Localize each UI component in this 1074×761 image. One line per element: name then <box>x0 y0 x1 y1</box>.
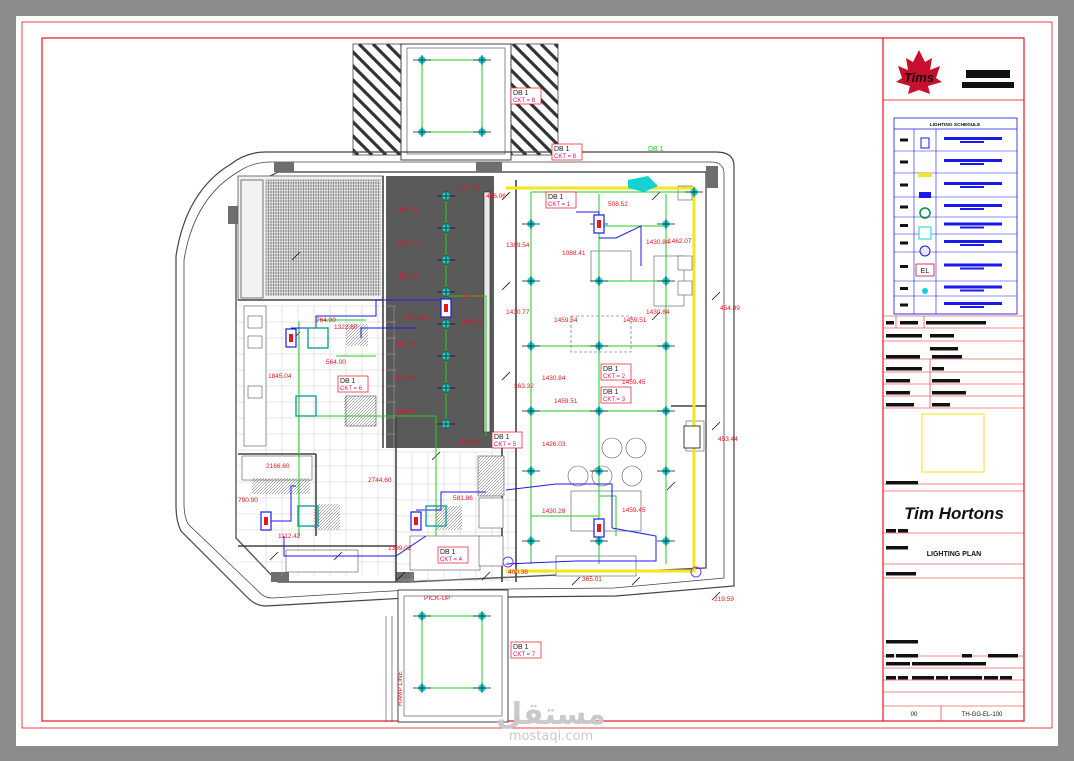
dimension-label: 400.38 <box>508 569 528 576</box>
dimension-label: 457.48 <box>398 273 418 280</box>
dimension-label: 363.32 <box>514 383 534 390</box>
dimension-label: 1462.07 <box>668 238 692 245</box>
dimension-label: 790.90 <box>238 497 258 504</box>
dimension-label: 1845.04 <box>268 373 292 380</box>
circuit-db-label: DB 1 <box>513 644 529 651</box>
drawing-sheet: 458.76 466.06 457.42 673.22 457.48 531.12 1389… <box>16 16 1058 746</box>
dimension-label: 457.42 <box>398 207 418 214</box>
circuit-db-label: DB 1 <box>554 146 570 153</box>
watermark-latin: mostaqi.com <box>509 729 593 744</box>
dimension-label: 508.52 <box>608 201 628 208</box>
exit-arrow-icon <box>628 176 658 192</box>
dimension-label: 1430.84 <box>646 309 670 316</box>
drawing-title: LIGHTING PLAN <box>927 551 981 558</box>
tims-logo-text: Tims <box>904 70 934 85</box>
dimension-label: 1430.84 <box>646 239 670 246</box>
tim-hortons-logo: Tim Hortons <box>904 504 1004 523</box>
circuit-number: CKT = 7 <box>513 652 536 658</box>
ramp-label: RAMP LINE <box>397 670 404 706</box>
dimension-label: 1389.02 <box>388 545 412 552</box>
circuit-number: CKT = 8 <box>554 154 577 160</box>
dimension-label: 453.44 <box>718 436 738 443</box>
dimension-label: 1459.54 <box>554 317 578 324</box>
dimension-label: 2744.60 <box>368 477 392 484</box>
dimension-label: 500.75 <box>462 319 482 326</box>
dimension-label: 1274.54 <box>404 315 428 322</box>
dimension-label: 466.06 <box>486 193 506 200</box>
dimension-label: 1430.84 <box>542 375 566 382</box>
circuit-number: CKT = 5 <box>494 442 517 448</box>
dimension-label: 2166.60 <box>266 463 290 470</box>
circuit-db-label: DB 1 <box>440 549 456 556</box>
pickup-label: PICK-UP <box>424 595 450 602</box>
dimension-label: 1322.60 <box>334 324 358 331</box>
dimension-label: 764.00 <box>316 317 336 324</box>
dimension-label: 581.86 <box>453 495 473 502</box>
circuit-db-label: DB 1 <box>603 366 619 373</box>
circuit-db-label: DB 1 <box>548 194 564 201</box>
dimension-label: 1459.45 <box>622 507 646 514</box>
circuit-db-label: DB 1 <box>494 434 510 441</box>
lighting-schedule <box>893 117 1018 315</box>
dark-zone <box>386 176 494 448</box>
dimension-label: 1088.41 <box>562 250 586 257</box>
circuit-number: CKT = 8 <box>513 98 536 104</box>
dimension-label: 1430.28 <box>542 508 566 515</box>
schedule-title: LIGHTING SCHEDULE <box>930 122 981 128</box>
dimension-label: 1459.51 <box>623 317 647 324</box>
circuit-number: CKT = 1 <box>548 202 571 208</box>
db-tag: DB 1 <box>648 146 664 153</box>
lighting-plan-drawing: 458.76 466.06 457.42 673.22 457.48 531.12 1389… <box>21 21 1053 744</box>
dimension-label: 458.76 <box>459 185 479 192</box>
circuit-number: CKT = 3 <box>603 397 626 403</box>
circuit-number: CKT = 6 <box>340 386 363 392</box>
circuit-db-label: DB 1 <box>340 378 356 385</box>
circuit-number: CKT = 2 <box>603 374 626 380</box>
dimension-label: 531.12 <box>462 293 482 300</box>
dimension-label: 316.92 <box>460 439 480 446</box>
dimension-label: 673.29 <box>396 375 416 382</box>
dimension-label: 673.22 <box>398 241 418 248</box>
watermark-arabic: مستقل <box>496 697 606 732</box>
revision-number: 00 <box>911 712 918 718</box>
circuit-db-label: DB 1 <box>513 90 529 97</box>
dimension-label: 454.89 <box>720 305 740 312</box>
dimension-label: 1430.77 <box>506 309 530 316</box>
dimension-label: 457.00 <box>396 341 416 348</box>
dimension-label: 219.59 <box>714 596 734 603</box>
dimension-label: 564.00 <box>326 359 346 366</box>
circuit-db-label: DB 1 <box>603 389 619 396</box>
dimension-label: 1459.51 <box>554 398 578 405</box>
circuit-number: CKT = 4 <box>440 557 463 563</box>
dimension-label: 1426.03 <box>542 441 566 448</box>
legend-el-symbol: EL <box>921 268 930 275</box>
title-block: Tims LIGHTING SCHEDULE EL Tim Hortons LI… <box>882 37 1025 722</box>
dimension-label: 1112.42 <box>278 533 301 540</box>
emergency-light-icon <box>683 425 701 449</box>
dimension-label: 440.17 <box>396 409 416 416</box>
dimension-label: 1389.54 <box>506 242 530 249</box>
legend-circle-icon <box>919 207 931 219</box>
drawing-number: TH-GG-EL-100 <box>962 712 1003 718</box>
dimension-label: 365.01 <box>582 576 602 583</box>
